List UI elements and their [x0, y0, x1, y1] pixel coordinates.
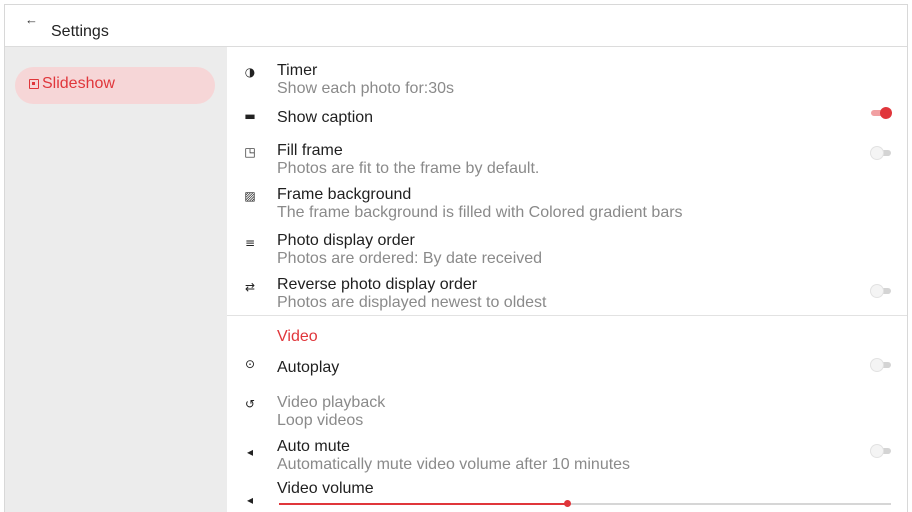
setting-title: Show caption [277, 109, 374, 126]
setting-photo-display-order[interactable]: ≡ Photo display order Photos are ordered… [227, 231, 907, 267]
setting-frame-background[interactable]: ▨ Frame background The frame background … [227, 185, 907, 221]
setting-subtitle: Photos are displayed newest to oldest [277, 294, 547, 311]
show-caption-toggle[interactable] [871, 107, 892, 119]
setting-subtitle: Loop videos [277, 412, 364, 429]
toggle-thumb [871, 359, 883, 371]
caption-icon: ▬ [244, 109, 256, 123]
setting-title: Auto mute [277, 438, 350, 455]
video-volume-slider[interactable] [279, 499, 891, 509]
auto-mute-toggle[interactable] [871, 445, 891, 457]
toggle-thumb [880, 107, 892, 119]
section-divider [227, 315, 907, 316]
setting-title: Video playback [277, 394, 386, 411]
swap-icon: ⇄ [244, 280, 256, 294]
replay-icon: ↺ [244, 397, 256, 411]
app-header: ← Settings [5, 5, 907, 47]
play-circle-icon: ⊙ [244, 357, 256, 371]
sort-icon: ≡ [244, 236, 256, 250]
setting-subtitle: Photos are ordered: By date received [277, 250, 543, 267]
setting-subtitle: The frame background is filled with Colo… [277, 204, 683, 221]
setting-title: Autoplay [277, 359, 340, 376]
mute-icon: ◂ [246, 445, 254, 459]
setting-autoplay[interactable]: ⊙ Autoplay [227, 353, 907, 381]
frame-background-icon: ▨ [244, 189, 256, 203]
toggle-thumb [871, 445, 883, 457]
setting-auto-mute[interactable]: ◂ Auto mute Automatically mute video vol… [227, 437, 907, 473]
setting-title: Fill frame [277, 142, 343, 159]
setting-video-playback[interactable]: ↺ Video playback Loop videos [227, 393, 907, 429]
autoplay-toggle[interactable] [871, 359, 891, 371]
sidebar: Slideshow [5, 47, 227, 512]
volume-icon: ◂ [246, 493, 254, 507]
setting-fill-frame[interactable]: ◳ Fill frame Photos are fit to the frame… [227, 141, 907, 177]
setting-reverse-order[interactable]: ⇄ Reverse photo display order Photos are… [227, 275, 907, 311]
setting-subtitle: Photos are fit to the frame by default. [277, 160, 540, 177]
setting-title: Video volume [277, 480, 374, 497]
setting-title: Frame background [277, 186, 412, 203]
setting-subtitle: Show each photo for:30s [277, 80, 455, 97]
arrow-back-icon[interactable]: ← [25, 11, 41, 29]
reverse-order-toggle[interactable] [871, 285, 891, 297]
fill-frame-icon: ◳ [244, 145, 256, 159]
setting-timer[interactable]: ◑ Timer Show each photo for:30s [227, 61, 907, 97]
setting-subtitle: Automatically mute video volume after 10… [277, 456, 631, 473]
slider-thumb[interactable] [563, 500, 571, 507]
slider-fill [279, 503, 567, 505]
sidebar-item-slideshow[interactable]: Slideshow [15, 67, 215, 104]
setting-show-caption[interactable]: ▬ Show caption [227, 105, 907, 131]
setting-title: Photo display order [277, 232, 415, 249]
page-title: Settings [51, 23, 109, 40]
timer-icon: ◑ [244, 65, 256, 79]
settings-content: ◑ Timer Show each photo for:30s ▬ Show c… [227, 47, 907, 512]
sidebar-item-label: Slideshow [42, 75, 115, 92]
setting-title: Timer [277, 62, 318, 79]
section-title-video: Video [277, 328, 318, 345]
fill-frame-toggle[interactable] [871, 147, 891, 159]
settings-window: ← Settings Slideshow ◑ Timer Show each p… [4, 4, 908, 512]
toggle-thumb [871, 285, 883, 297]
toggle-thumb [871, 147, 883, 159]
setting-title: Reverse photo display order [277, 276, 478, 293]
slideshow-icon [29, 79, 39, 89]
